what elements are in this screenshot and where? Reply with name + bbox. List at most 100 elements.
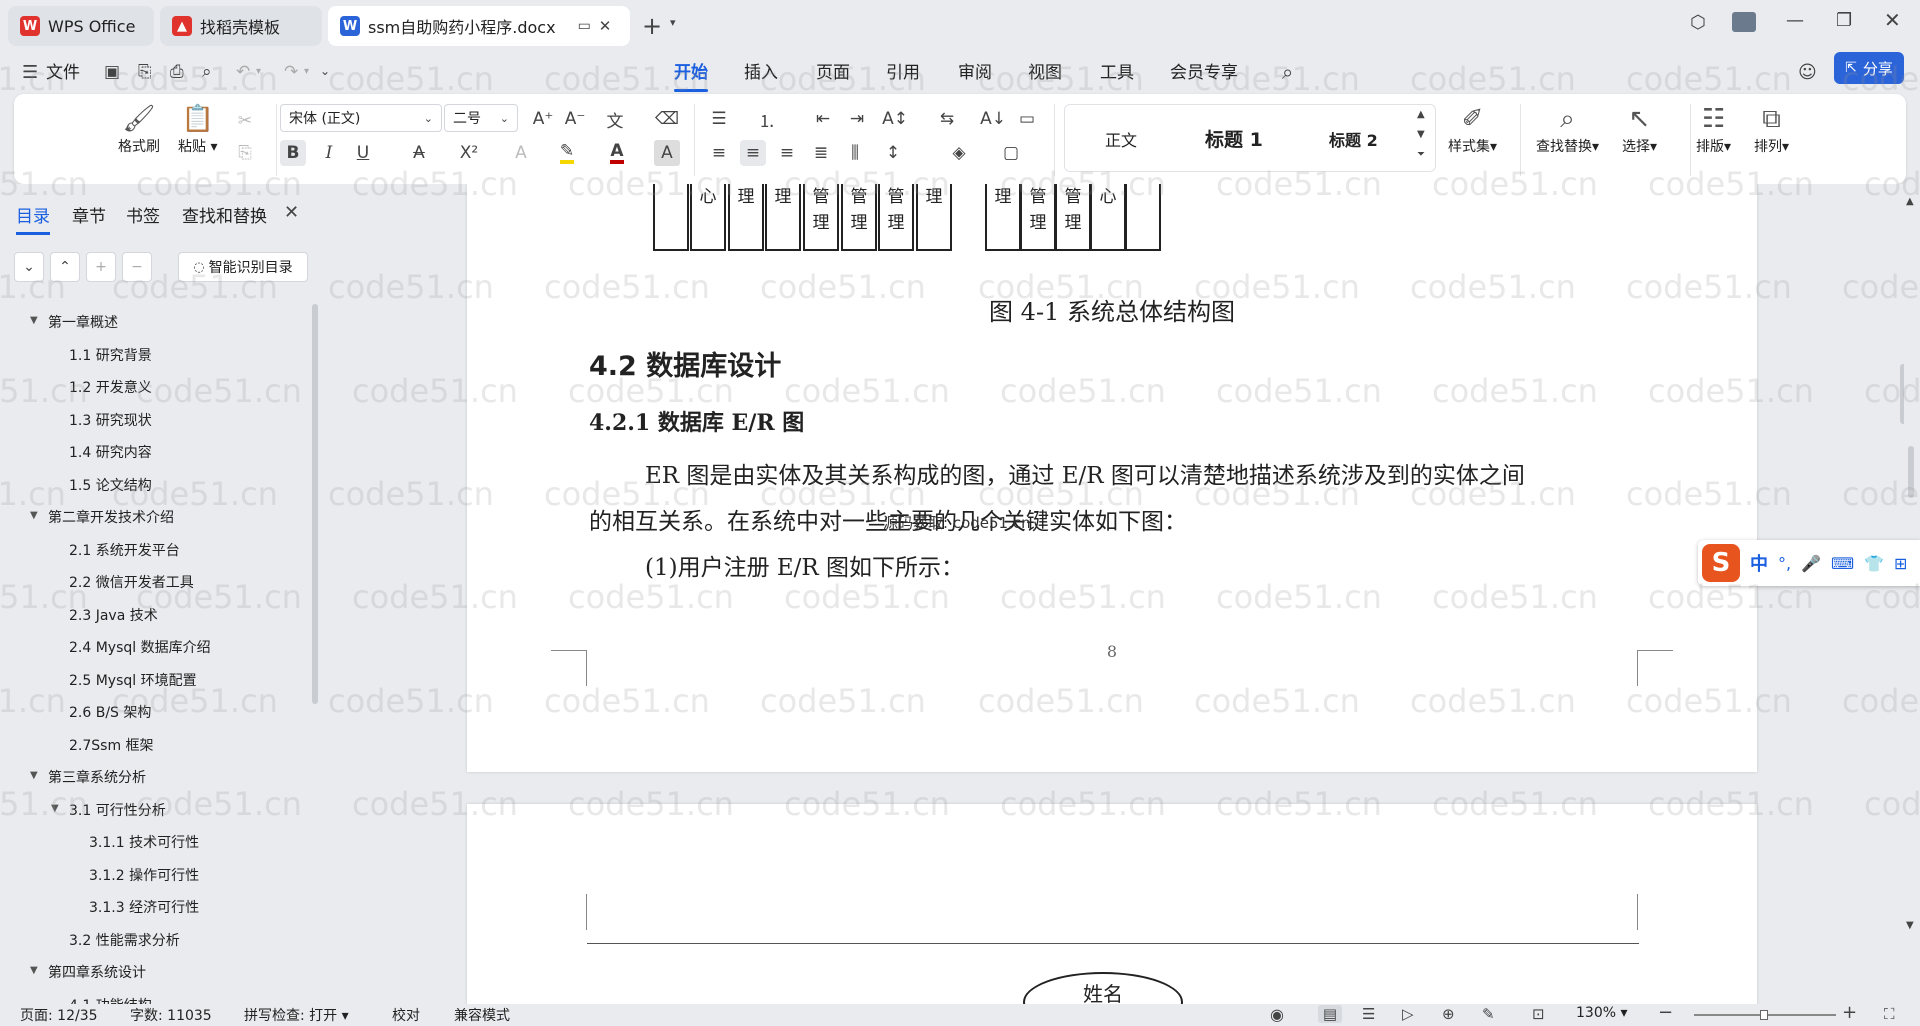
- skin-icon[interactable]: 👕: [1864, 554, 1884, 573]
- tab-bookmarks[interactable]: 书签: [126, 202, 160, 227]
- toolbox-icon[interactable]: ⊞: [1894, 554, 1907, 573]
- italic-icon[interactable]: I: [316, 140, 342, 166]
- align-right-icon[interactable]: ≡: [774, 140, 800, 166]
- decrease-indent-icon[interactable]: ⇤: [810, 106, 836, 132]
- zoom-level[interactable]: 130% ▾: [1576, 1005, 1628, 1021]
- ime-toolbar[interactable]: S 中 °, 🎤 ⌨ 👕 ⊞: [1698, 540, 1920, 586]
- sidebar-scrollbar[interactable]: [312, 304, 318, 704]
- toc-item[interactable]: 2.3 Java 技术: [69, 605, 158, 625]
- select-button[interactable]: ↖ 选择▾: [1622, 102, 1657, 156]
- zoom-slider-handle[interactable]: [1760, 1010, 1768, 1020]
- toc-item[interactable]: 3.1.1 技术可行性: [89, 832, 199, 852]
- page-view-icon[interactable]: ▤: [1318, 1005, 1342, 1023]
- clear-format-icon[interactable]: ⌫: [654, 106, 680, 132]
- menu-tools[interactable]: 工具: [1100, 58, 1134, 88]
- remove-heading-button[interactable]: −: [122, 252, 152, 282]
- layout-button[interactable]: ☷ 排版▾: [1696, 102, 1731, 156]
- underline-icon[interactable]: U: [350, 140, 376, 166]
- toc-item[interactable]: 1.1 研究背景: [69, 345, 152, 365]
- document-page[interactable]: 心理理管 理管 理管 理理理管 理管 理心 图 4-1 系统总体结构图 4.2 …: [467, 184, 1757, 772]
- ime-mode[interactable]: 中: [1750, 550, 1768, 576]
- menu-insert[interactable]: 插入: [744, 58, 778, 88]
- menu-view[interactable]: 视图: [1028, 58, 1062, 88]
- toc-item[interactable]: 3.1.3 经济可行性: [89, 897, 199, 917]
- close-pane-icon[interactable]: ✕: [284, 202, 299, 223]
- copy-icon[interactable]: ⎘: [232, 140, 258, 166]
- distributed-icon[interactable]: ⫼: [842, 140, 868, 166]
- undo-chevron-icon[interactable]: ▾: [256, 66, 261, 77]
- strikethrough-icon[interactable]: A: [406, 140, 432, 166]
- menu-member[interactable]: 会员专享: [1170, 58, 1238, 88]
- styles-more-icon[interactable]: ⏷: [1417, 149, 1425, 160]
- paste-button[interactable]: 📋 粘贴 ▾: [178, 102, 217, 156]
- paragraph-shading-icon[interactable]: ◈: [946, 140, 972, 166]
- pen-icon[interactable]: ✎: [1482, 1005, 1495, 1023]
- fullscreen-icon[interactable]: ⛶: [1884, 1005, 1895, 1023]
- vertical-scrollbar-thumb[interactable]: [1908, 446, 1914, 498]
- tab-chapters[interactable]: 章节: [72, 202, 106, 227]
- document-page[interactable]: 姓名: [467, 804, 1757, 1004]
- cube-icon[interactable]: ⬡: [1690, 12, 1706, 33]
- fit-page-icon[interactable]: ⊡: [1532, 1005, 1545, 1023]
- web-view-icon[interactable]: ⊕: [1442, 1005, 1455, 1023]
- superscript-icon[interactable]: X²: [456, 140, 482, 166]
- spell-check-status[interactable]: 拼写检查: 打开 ▾: [244, 1005, 349, 1025]
- find-replace-button[interactable]: ⌕ 查找替换▾: [1536, 102, 1599, 156]
- style-normal[interactable]: 正文: [1105, 127, 1137, 151]
- show-marks-icon[interactable]: ▭: [1014, 106, 1040, 132]
- tab-find-replace[interactable]: 查找和替换: [182, 202, 267, 227]
- toc-expand-toggle[interactable]: ▼: [30, 315, 38, 326]
- bullet-list-icon[interactable]: ☰: [706, 106, 732, 132]
- sort-direction-icon[interactable]: ⇆: [934, 106, 960, 132]
- align-center-icon[interactable]: ≡: [740, 140, 766, 166]
- toc-item[interactable]: 2.4 Mysql 数据库介绍: [69, 637, 211, 657]
- close-tab-icon[interactable]: ✕: [599, 17, 612, 35]
- style-set-button[interactable]: ✐ 样式集▾: [1448, 102, 1497, 156]
- menu-review[interactable]: 审阅: [958, 58, 992, 88]
- tab-document[interactable]: W ssm自助购药小程序.docx ▭ ✕: [328, 6, 630, 46]
- highlight-icon[interactable]: ✎: [554, 140, 580, 166]
- tab-wps-office[interactable]: W WPS Office: [8, 6, 154, 46]
- toc-item[interactable]: 2.1 系统开发平台: [69, 540, 180, 560]
- numbered-list-icon[interactable]: ⒈: [754, 106, 780, 132]
- zoom-in-icon[interactable]: +: [1842, 1002, 1857, 1023]
- toc-item[interactable]: 第四章系统设计: [48, 962, 146, 982]
- toc-item[interactable]: 1.4 研究内容: [69, 442, 152, 462]
- shrink-font-icon[interactable]: A⁻: [562, 106, 588, 132]
- text-direction-icon[interactable]: A↕: [882, 106, 908, 132]
- menu-file[interactable]: 文件: [46, 58, 80, 88]
- collapse-all-button[interactable]: ⌄: [14, 252, 44, 282]
- toc-item[interactable]: 3.1 可行性分析: [69, 800, 166, 820]
- redo-icon[interactable]: ↷: [284, 62, 298, 82]
- search-icon[interactable]: ⌕: [1282, 60, 1293, 84]
- print-icon[interactable]: ⎙: [170, 62, 184, 82]
- toc-item[interactable]: 第一章概述: [48, 312, 118, 332]
- toc-item[interactable]: 1.2 开发意义: [69, 377, 152, 397]
- borders-icon[interactable]: ▢: [998, 140, 1024, 166]
- tab-docer[interactable]: ▲ 找稻壳模板: [160, 6, 322, 46]
- font-name-select[interactable]: 宋体 (正文) ⌄: [280, 104, 442, 132]
- styles-scroll-up-icon[interactable]: ▲: [1417, 109, 1425, 120]
- line-spacing-icon[interactable]: ↕: [880, 140, 906, 166]
- chat-icon[interactable]: ☺: [1798, 62, 1817, 83]
- menu-references[interactable]: 引用: [886, 58, 920, 88]
- arrange-button[interactable]: ⧉ 排列▾: [1754, 102, 1789, 156]
- page-indicator[interactable]: 页面: 12/35: [20, 1005, 98, 1025]
- text-effect-icon[interactable]: A: [508, 140, 534, 166]
- phonetic-guide-icon[interactable]: 文: [602, 106, 628, 132]
- toc-expand-toggle[interactable]: ▼: [30, 510, 38, 521]
- menu-home[interactable]: 开始: [674, 58, 708, 92]
- scroll-down-icon[interactable]: ▼: [1906, 920, 1914, 931]
- avatar[interactable]: [1732, 12, 1756, 32]
- share-button[interactable]: ⇱ 分享: [1834, 52, 1904, 84]
- toc-expand-toggle[interactable]: ▼: [51, 803, 59, 814]
- grow-font-icon[interactable]: A⁺: [530, 106, 556, 132]
- toc-item[interactable]: 2.6 B/S 架构: [69, 702, 151, 722]
- justify-icon[interactable]: ≣: [808, 140, 834, 166]
- restore-icon[interactable]: ❐: [1836, 10, 1852, 31]
- keyboard-icon[interactable]: ⌨: [1831, 554, 1854, 573]
- bold-icon[interactable]: B: [280, 140, 306, 166]
- menu-page[interactable]: 页面: [816, 58, 850, 88]
- toc-item[interactable]: 1.5 论文结构: [69, 475, 152, 495]
- print-preview-icon[interactable]: ⌕: [202, 62, 212, 82]
